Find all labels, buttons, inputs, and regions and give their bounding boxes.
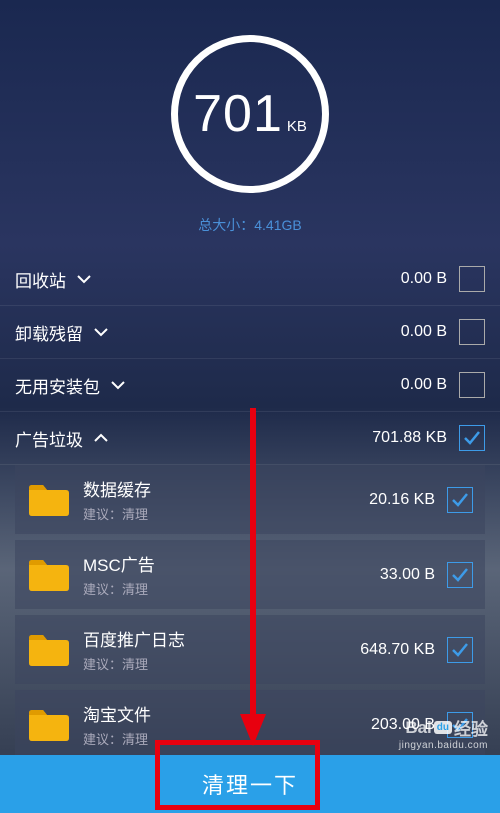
chevron-down-icon — [76, 274, 92, 284]
folder-icon — [27, 557, 71, 593]
category-row[interactable]: 广告垃圾 701.88 KB — [0, 412, 500, 465]
item-title: 百度推广日志 — [83, 626, 360, 651]
scanned-size-number: 701 — [193, 84, 283, 144]
item-title: MSC广告 — [83, 551, 380, 576]
folder-icon — [27, 482, 71, 518]
category-checkbox[interactable] — [459, 266, 485, 292]
category-label: 广告垃圾 — [15, 426, 83, 451]
category-checkbox[interactable] — [459, 425, 485, 451]
total-size-value: 4.41GB — [254, 217, 301, 233]
chevron-up-icon — [93, 433, 109, 443]
watermark: Baidu经验 jingyan.baidu.com — [399, 715, 488, 751]
folder-icon — [27, 632, 71, 668]
list-item[interactable]: 数据缓存 建议：清理 20.16 KB — [15, 465, 485, 534]
watermark-url: jingyan.baidu.com — [399, 740, 488, 751]
item-title: 数据缓存 — [83, 476, 369, 501]
item-size: 33.00 B — [380, 566, 435, 584]
item-checkbox[interactable] — [447, 637, 473, 663]
clean-button[interactable]: 清理一下 — [0, 755, 500, 813]
category-size: 701.88 KB — [372, 429, 447, 447]
item-checkbox[interactable] — [447, 562, 473, 588]
chevron-down-icon — [93, 327, 109, 337]
watermark-brand-left: Bai — [405, 718, 431, 738]
watermark-brand-right: 经验 — [454, 715, 488, 740]
category-row[interactable]: 回收站 0.00 B — [0, 253, 500, 306]
category-row[interactable]: 卸载残留 0.00 B — [0, 306, 500, 359]
category-label: 无用安装包 — [15, 373, 100, 398]
category-checkbox[interactable] — [459, 319, 485, 345]
item-suggestion: 建议：清理 — [83, 654, 360, 673]
item-size: 20.16 KB — [369, 491, 435, 509]
category-size: 0.00 B — [401, 323, 447, 341]
scanned-size-unit: KB — [287, 118, 307, 135]
item-suggestion: 建议：清理 — [83, 504, 369, 523]
item-size: 648.70 KB — [360, 641, 435, 659]
category-checkbox[interactable] — [459, 372, 485, 398]
progress-ring: 701 KB — [171, 35, 329, 193]
item-checkbox[interactable] — [447, 487, 473, 513]
item-suggestion: 建议：清理 — [83, 579, 380, 598]
list-item[interactable]: 百度推广日志 建议：清理 648.70 KB — [15, 615, 485, 684]
category-label: 回收站 — [15, 267, 66, 292]
category-size: 0.00 B — [401, 270, 447, 288]
scan-summary-header: 701 KB 总大小：4.41GB — [0, 0, 500, 253]
clean-button-label: 清理一下 — [202, 768, 298, 800]
category-label: 卸载残留 — [15, 320, 83, 345]
item-suggestion: 建议：清理 — [83, 729, 371, 748]
item-title: 淘宝文件 — [83, 701, 371, 726]
total-size-line: 总大小：4.41GB — [198, 215, 301, 235]
category-list: 回收站 0.00 B 卸载残留 0.00 B 无用安装包 0.00 B 广告垃圾… — [0, 253, 500, 465]
category-row[interactable]: 无用安装包 0.00 B — [0, 359, 500, 412]
total-size-label: 总大小： — [198, 217, 254, 233]
folder-icon — [27, 707, 71, 743]
list-item[interactable]: MSC广告 建议：清理 33.00 B — [15, 540, 485, 609]
watermark-brand-mid: du — [434, 721, 452, 734]
category-size: 0.00 B — [401, 376, 447, 394]
chevron-down-icon — [110, 380, 126, 390]
